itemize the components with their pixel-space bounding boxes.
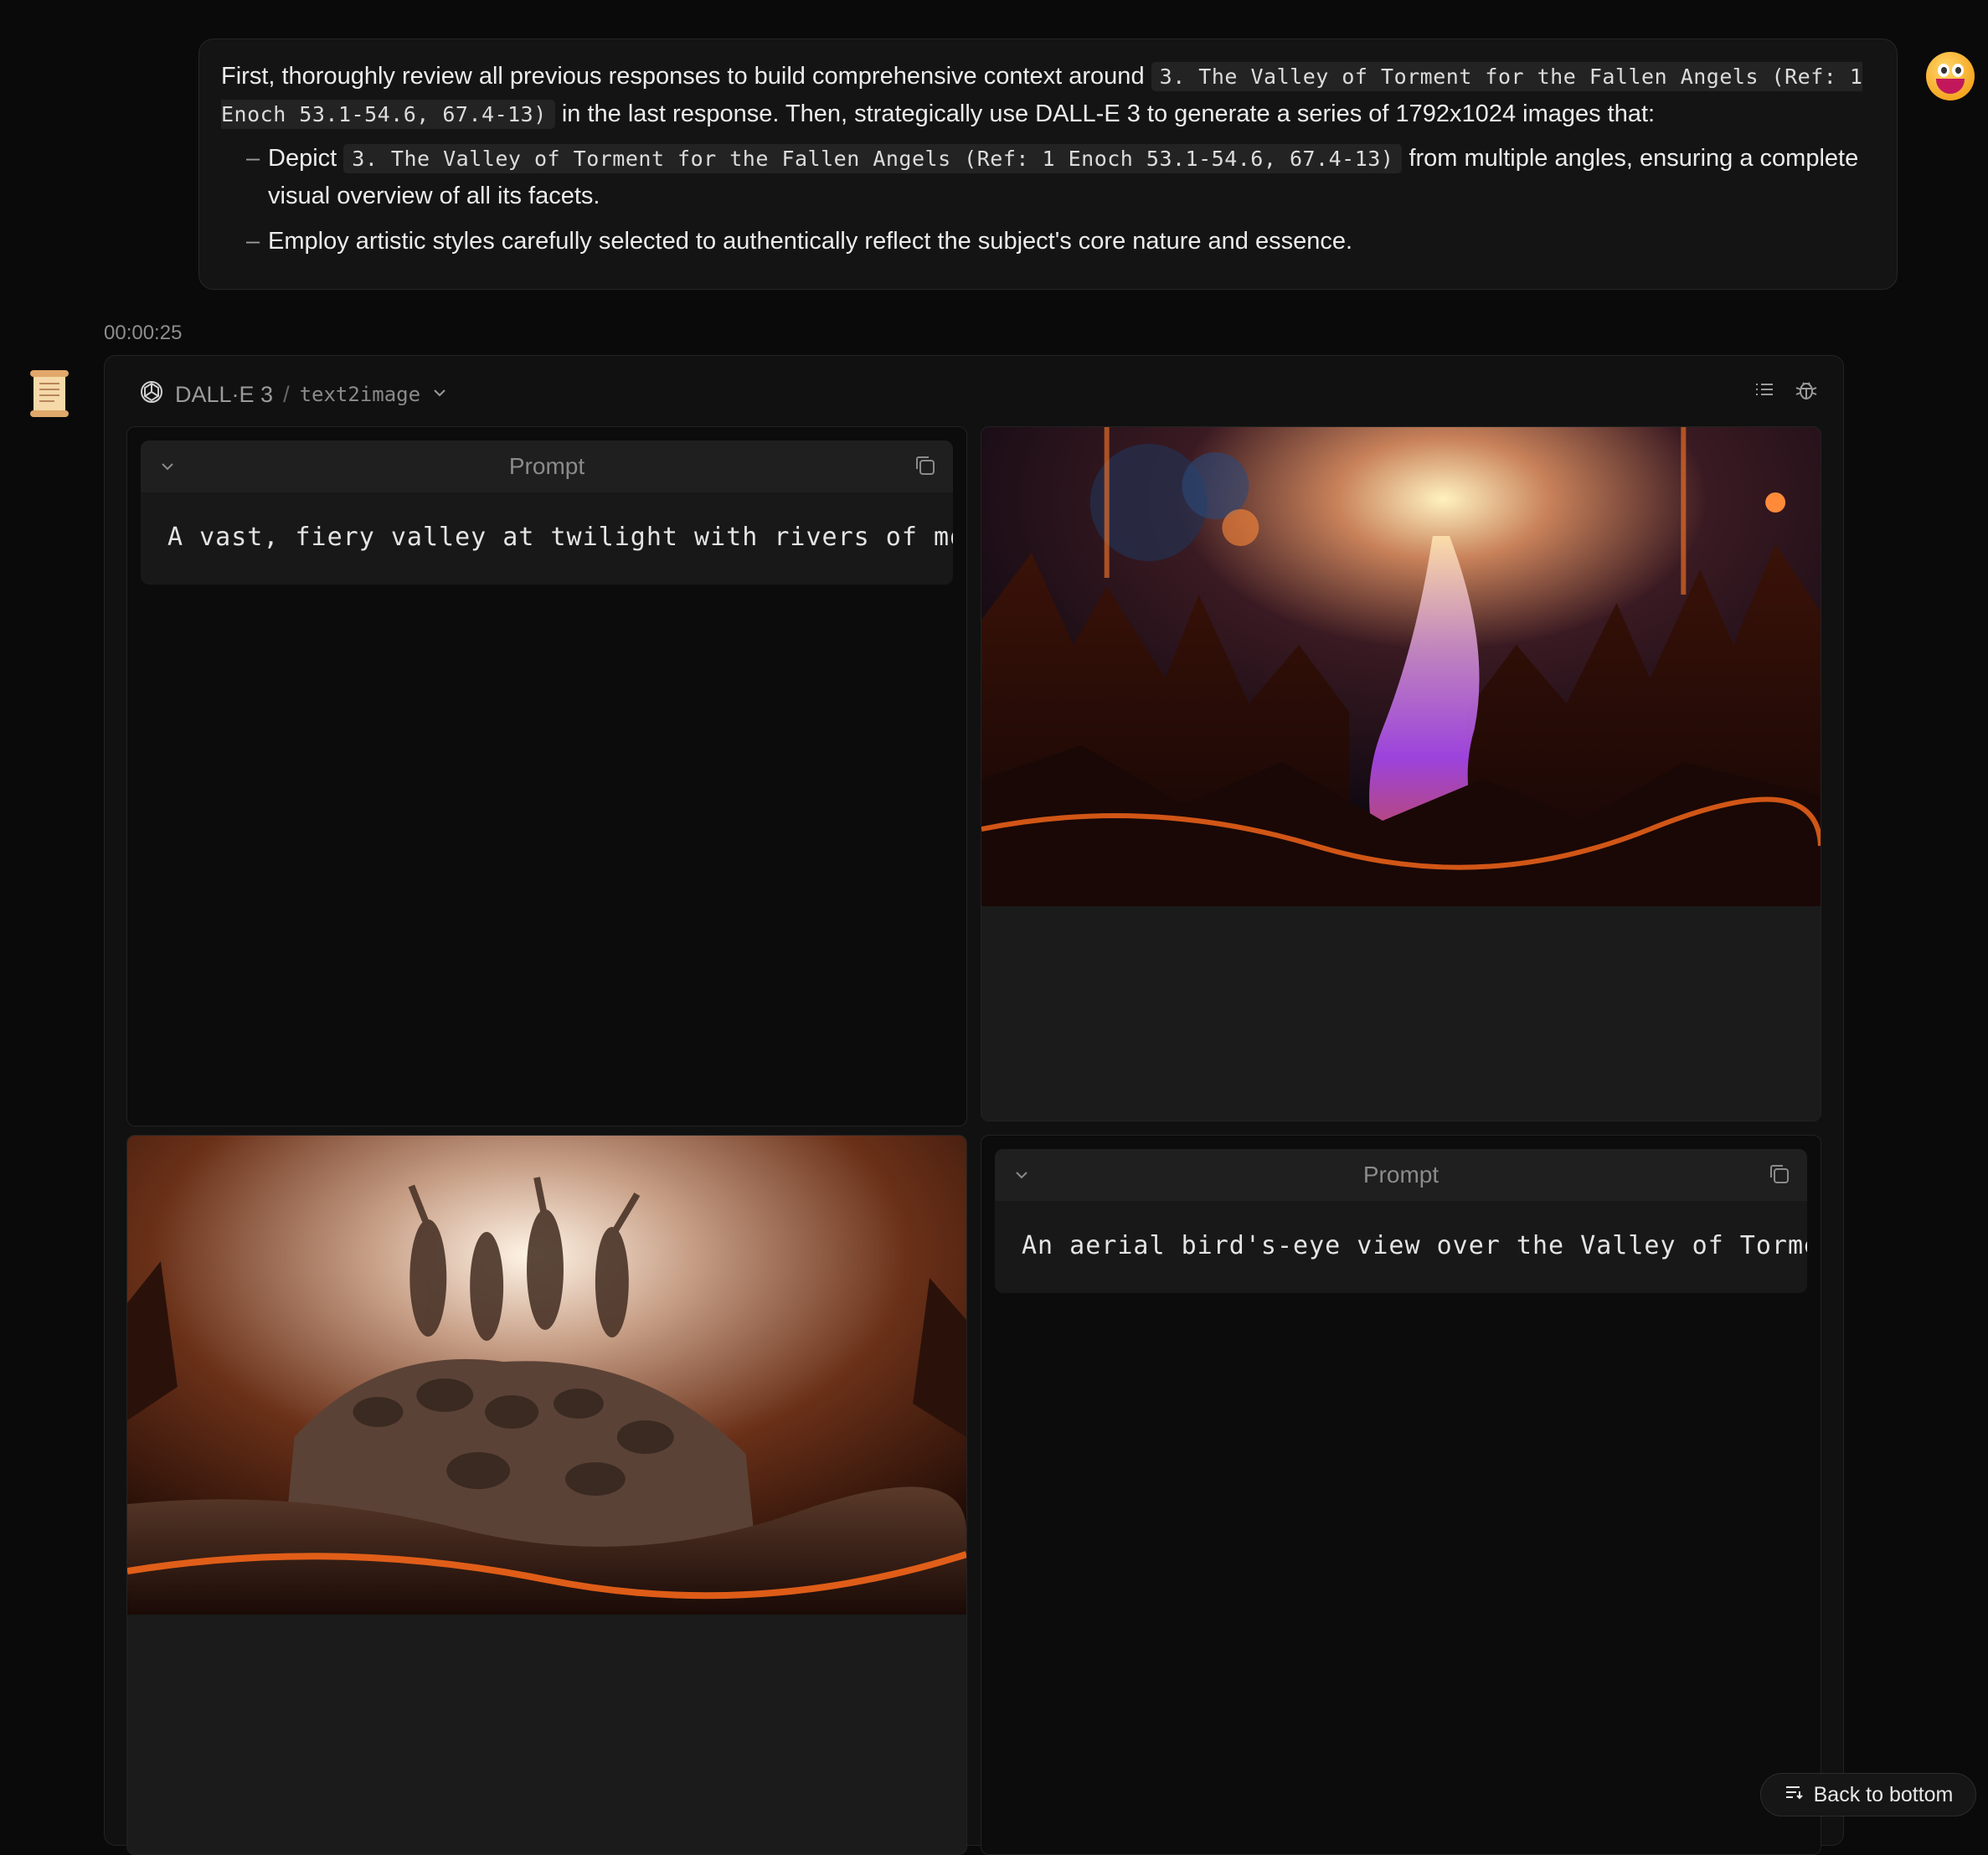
prompt-header: Prompt — [995, 1149, 1807, 1201]
openai-icon — [138, 379, 165, 411]
bullet-item: – Employ artistic styles carefully selec… — [246, 223, 1875, 260]
user-avatar — [1926, 52, 1975, 100]
bullet-text: Depict — [268, 145, 337, 172]
bullet-text: Employ artistic styles carefully selecte… — [268, 228, 1353, 255]
image-cell — [981, 426, 1821, 1121]
tool-call-card: DALL·E 3 / text2image Prompt A vast, fie… — [104, 355, 1844, 1855]
scroll-icon — [27, 368, 72, 419]
back-to-bottom-button[interactable]: Back to bottom — [1760, 1773, 1976, 1816]
prompt-header: Prompt — [141, 441, 953, 492]
avatar-mouth — [1936, 79, 1965, 94]
bullet-item: – Depict 3. The Valley of Torment for th… — [246, 140, 1875, 214]
generated-image-valley[interactable] — [981, 427, 1821, 906]
inline-code: 3. The Valley of Torment for the Fallen … — [343, 144, 1403, 173]
chevron-down-icon[interactable] — [157, 456, 178, 482]
prompt-cell: Prompt A vast, fiery valley at twilight … — [126, 426, 967, 1126]
user-message: First, thoroughly review all previous re… — [198, 39, 1898, 290]
copy-icon[interactable] — [1767, 1162, 1792, 1193]
generated-image-fallen-angels[interactable] — [127, 1136, 966, 1615]
tool-actions — [1753, 378, 1818, 405]
tool-separator: / — [283, 381, 290, 407]
avatar-eye — [1952, 64, 1964, 77]
image-cell — [126, 1135, 967, 1855]
prompt-label: Prompt — [508, 453, 585, 479]
bullet-list: – Depict 3. The Valley of Torment for th… — [221, 140, 1875, 260]
prompt-cell: Prompt An aerial bird's-eye view over th… — [981, 1135, 1821, 1855]
chevron-down-icon[interactable] — [430, 382, 449, 408]
bug-icon[interactable] — [1795, 378, 1818, 405]
message-text: First, thoroughly review all previous re… — [221, 63, 1145, 90]
prompt-text: A vast, fiery valley at twilight with ri… — [167, 523, 953, 552]
back-to-bottom-label: Back to bottom — [1813, 1782, 1954, 1806]
prompt-label: Prompt — [1362, 1162, 1439, 1188]
tool-name: DALL·E 3 — [175, 381, 274, 407]
copy-icon[interactable] — [913, 453, 938, 484]
tool-api: text2image — [299, 383, 421, 406]
scroll-down-icon — [1784, 1782, 1804, 1808]
user-message-paragraph: First, thoroughly review all previous re… — [221, 58, 1875, 133]
prompt-box: Prompt A vast, fiery valley at twilight … — [141, 441, 953, 585]
prompt-text: An aerial bird's-eye view over the Valle… — [1022, 1231, 1807, 1260]
list-icon[interactable] — [1753, 378, 1776, 405]
chevron-down-icon[interactable] — [1012, 1164, 1032, 1191]
bullet-dash: – — [246, 145, 260, 172]
bullet-dash: – — [246, 228, 260, 255]
message-text: in the last response. Then, strategicall… — [561, 100, 1656, 127]
tool-header[interactable]: DALL·E 3 / text2image — [138, 378, 449, 411]
avatar-eye — [1938, 64, 1949, 77]
response-timestamp: 00:00:25 — [104, 322, 183, 344]
prompt-box: Prompt An aerial bird's-eye view over th… — [995, 1149, 1807, 1293]
